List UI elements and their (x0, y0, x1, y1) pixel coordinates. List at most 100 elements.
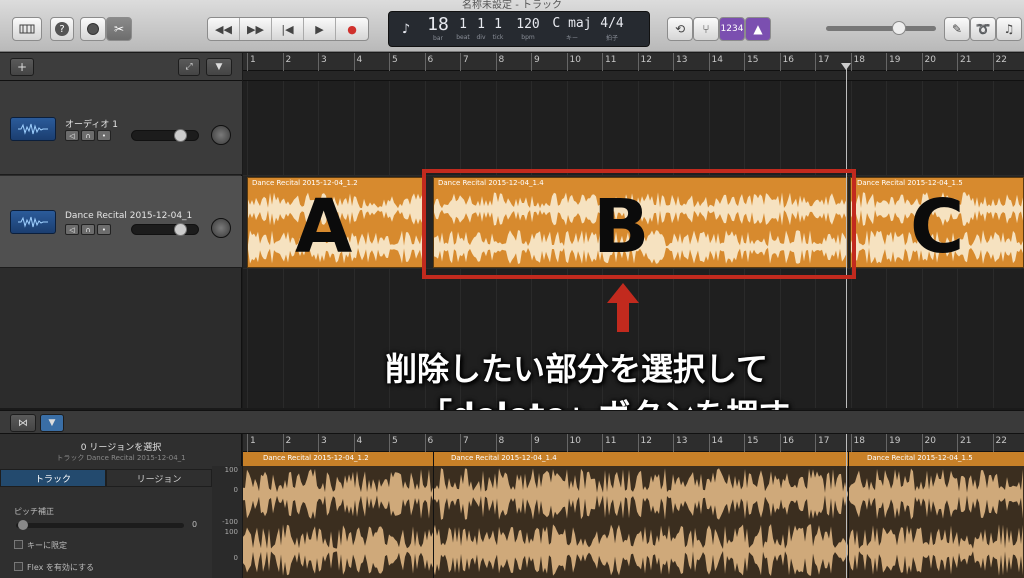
metronome-icon: ▲ (753, 22, 763, 36)
ruler-tick (602, 434, 603, 452)
cycle-button[interactable]: ⟲ (667, 17, 693, 41)
editor-catch-button[interactable]: ⋈ (10, 414, 36, 432)
toolbar: 名称未設定 - トラック ? ✂ ◀◀ ▶▶ |◀ ▶ ● ♪ 18 bar 1… (0, 0, 1024, 52)
ruler-tick-label: 9 (534, 436, 540, 446)
track-header-2[interactable]: Dance Recital 2015-12-04_1 ◁ ∩ • (0, 176, 242, 268)
filter-icon: ▼ (215, 62, 223, 72)
ruler-tick-label: 15 (747, 55, 759, 65)
rewind-button[interactable]: ◀◀ (208, 18, 240, 40)
solo-button[interactable]: ∩ (81, 224, 95, 235)
play-button[interactable]: ▶ (304, 18, 336, 40)
help-icon: ? (55, 22, 69, 36)
region-boundary (433, 452, 434, 578)
catch-button[interactable]: ⤢ (178, 58, 200, 76)
fast-forward-icon: ▶▶ (247, 22, 264, 36)
track-volume-slider[interactable] (131, 129, 199, 142)
go-to-start-button[interactable]: |◀ (272, 18, 304, 40)
track-header-1[interactable]: オーディオ 1 ◁ ∩ • (0, 81, 242, 175)
tab-region[interactable]: リージョン (106, 469, 212, 487)
track-lane-1[interactable] (243, 81, 1024, 176)
record-enable-button[interactable]: • (97, 224, 111, 235)
mute-button[interactable]: ◁ (65, 130, 79, 141)
editor-region-strip: Dance Recital 2015-12-04_1.2 Dance Recit… (243, 452, 1024, 466)
smart-controls-button[interactable] (80, 17, 106, 41)
track-name[interactable]: オーディオ 1 (65, 117, 118, 130)
pitch-correction-slider[interactable] (16, 520, 184, 530)
notepad-icon: ✎ (951, 22, 963, 36)
scale-label: 100 (224, 528, 238, 536)
pitch-value: 0 (192, 520, 198, 529)
ruler-tick-label: 15 (747, 436, 759, 446)
tuner-cell[interactable]: ♪ (389, 12, 423, 46)
audio-editor[interactable]: 1 2 3 4 5 6 7 8 9 10 11 12 13 14 15 16 17 18 19 20 21 22 Danc… (243, 434, 1024, 578)
solo-button[interactable]: ∩ (81, 130, 95, 141)
playhead-handle[interactable] (841, 63, 851, 70)
ruler-tick (353, 53, 355, 71)
count-in-button[interactable]: 1234 (719, 17, 745, 41)
key-cell[interactable]: C maj キー (549, 12, 595, 46)
ruler-tick-label: 20 (924, 55, 936, 65)
record-icon: • (101, 225, 107, 234)
checkbox-icon (14, 540, 23, 549)
track-volume-slider[interactable] (131, 223, 199, 236)
forward-button[interactable]: ▶▶ (240, 18, 272, 40)
arrangement-track[interactable] (243, 71, 1024, 81)
media-browser-button[interactable]: ♫ (996, 17, 1022, 41)
editor-region-title[interactable]: Dance Recital 2015-12-04_1.5 (867, 454, 973, 462)
scale-label: 0 (233, 486, 238, 494)
pitch-correction-knob[interactable] (18, 520, 28, 530)
key-limit-checkbox[interactable]: キーに限定 (14, 540, 67, 551)
ruler-tick (424, 434, 426, 452)
notepad-button[interactable]: ✎ (944, 17, 970, 41)
editor-playhead[interactable] (846, 434, 847, 578)
ruler-tick-label: 11 (605, 55, 617, 65)
track-volume-knob[interactable] (174, 223, 187, 236)
timeline-ruler[interactable]: 1 2 3 4 5 6 7 8 9 10 11 12 13 14 15 16 17 18 19 20 21 22 (243, 53, 1024, 71)
loop-browser-button[interactable]: ➰ (970, 17, 996, 41)
track-buttons: ◁ ∩ • (65, 224, 111, 235)
master-volume-knob[interactable] (892, 21, 906, 35)
track-buttons: ◁ ∩ • (65, 130, 111, 141)
scale-label: -100 (222, 518, 238, 526)
lcd-display[interactable]: ♪ 18 bar 1 beat 1 div 1 tick 120 bpm C m… (388, 11, 650, 47)
flex-checkbox[interactable]: Flex を有効にする (14, 562, 94, 573)
library-button[interactable] (12, 17, 42, 41)
editor-ruler[interactable]: 1 2 3 4 5 6 7 8 9 10 11 12 13 14 15 16 17 18 19 20 21 22 (243, 434, 1024, 452)
div-label: div (476, 34, 486, 41)
ruler-tick (602, 53, 603, 71)
editor-region-title[interactable]: Dance Recital 2015-12-04_1.4 (451, 454, 557, 462)
label-a: A (295, 184, 353, 270)
ruler-tick-label: 13 (676, 55, 688, 65)
pan-knob[interactable] (211, 125, 231, 145)
editor-filter-button[interactable]: ▼ (40, 414, 64, 432)
record-button[interactable]: ● (336, 18, 368, 40)
tuning-fork-icon: ⑂ (702, 22, 710, 36)
ruler-tick (815, 434, 816, 452)
editor-region-title[interactable]: Dance Recital 2015-12-04_1.2 (263, 454, 369, 462)
track-volume-knob[interactable] (174, 129, 187, 142)
ruler-tick (744, 53, 745, 71)
signature-cell[interactable]: 4/4 拍子 (595, 12, 629, 46)
headphones-icon: ∩ (85, 131, 91, 140)
ruler-tick-label: 21 (960, 436, 972, 446)
filter-button[interactable]: ▼ (206, 58, 232, 76)
knob-icon (87, 23, 99, 35)
label-b: B (593, 184, 650, 270)
pan-knob[interactable] (211, 218, 231, 238)
track-name[interactable]: Dance Recital 2015-12-04_1 (65, 211, 192, 221)
div-value: 1 (477, 17, 485, 32)
metronome-button[interactable]: ▲ (745, 17, 771, 41)
tempo-cell[interactable]: 120 bpm (507, 12, 549, 46)
record-enable-button[interactable]: • (97, 130, 111, 141)
help-button[interactable]: ? (50, 17, 74, 41)
mute-button[interactable]: ◁ (65, 224, 79, 235)
master-volume-slider[interactable] (826, 21, 936, 35)
tuner-button[interactable]: ⑂ (693, 17, 719, 41)
editors-button[interactable]: ✂ (106, 17, 132, 41)
ruler-tick-label: 3 (321, 55, 327, 65)
ruler-tick (779, 53, 781, 71)
tab-track[interactable]: トラック (0, 469, 106, 487)
ruler-tick (957, 434, 958, 452)
add-track-button[interactable]: + (10, 58, 34, 76)
track-headers: + ⤢ ▼ オーディオ 1 ◁ ∩ • Dance Recital 2015-1… (0, 53, 242, 408)
